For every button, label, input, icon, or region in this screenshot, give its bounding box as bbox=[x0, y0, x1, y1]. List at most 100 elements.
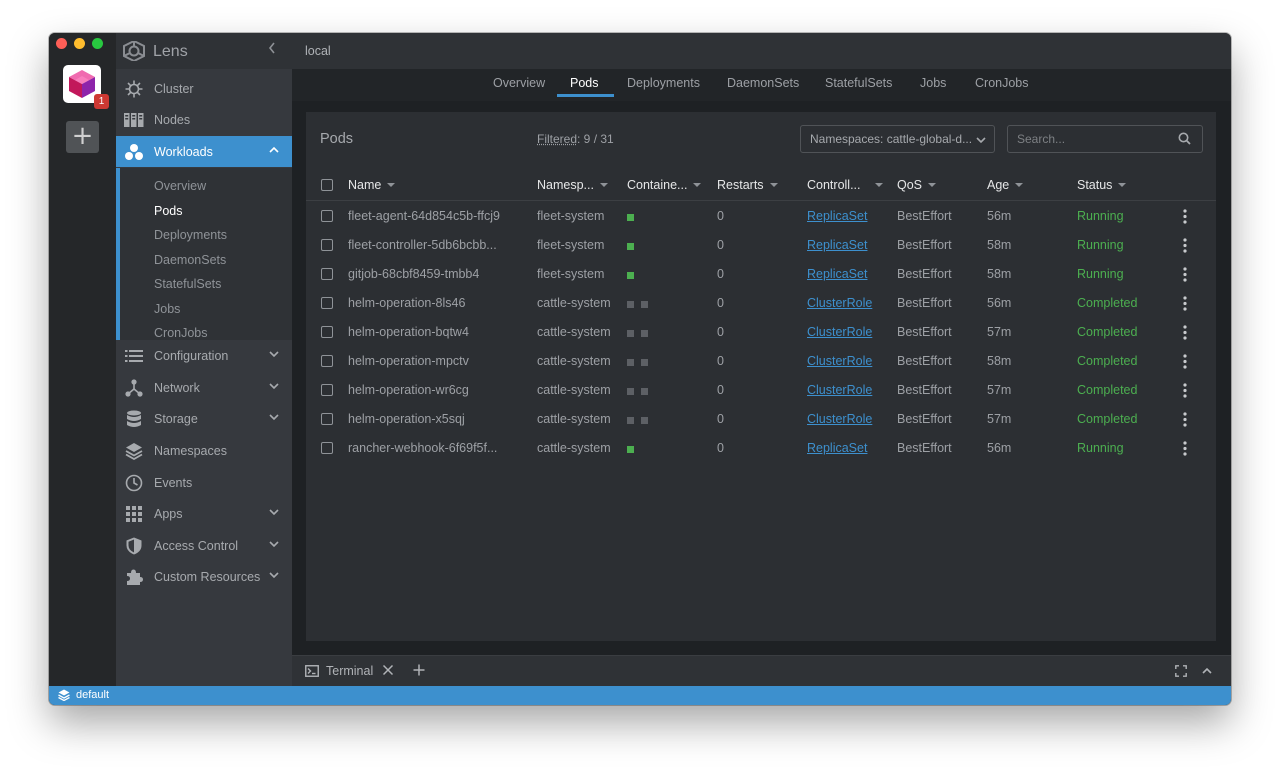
maximize-window-button[interactable] bbox=[92, 38, 103, 49]
lens-window: 1 + Lens Cluster Nodes Workloads Overvie… bbox=[49, 33, 1231, 705]
more-actions-icon[interactable] bbox=[1179, 209, 1191, 224]
sidebar-item-network[interactable]: Network bbox=[116, 372, 292, 403]
tab-jobs[interactable]: Jobs bbox=[920, 76, 946, 90]
pod-restarts: 0 bbox=[717, 383, 724, 397]
row-checkbox[interactable] bbox=[321, 210, 333, 222]
pod-name[interactable]: helm-operation-8ls46 bbox=[348, 296, 465, 310]
close-window-button[interactable] bbox=[56, 38, 67, 49]
pod-controller-link[interactable]: ClusterRole bbox=[807, 325, 872, 339]
more-actions-icon[interactable] bbox=[1179, 383, 1191, 398]
row-checkbox[interactable] bbox=[321, 268, 333, 280]
row-checkbox[interactable] bbox=[321, 355, 333, 367]
sub-item-overview[interactable]: Overview bbox=[154, 179, 206, 193]
table-row[interactable]: helm-operation-bqtw4 cattle-system 0 Cluste… bbox=[306, 318, 1216, 347]
pod-namespace: cattle-system bbox=[537, 354, 611, 368]
row-checkbox[interactable] bbox=[321, 442, 333, 454]
pod-name[interactable]: fleet-controller-5db6bcbb... bbox=[348, 238, 497, 252]
column-qos[interactable]: QoS bbox=[897, 178, 937, 192]
more-actions-icon[interactable] bbox=[1179, 412, 1191, 427]
table-row[interactable]: helm-operation-8ls46 cattle-system 0 Cluste… bbox=[306, 289, 1216, 318]
sub-item-deployments[interactable]: Deployments bbox=[154, 228, 227, 242]
tab-cronjobs[interactable]: CronJobs bbox=[975, 76, 1029, 90]
more-actions-icon[interactable] bbox=[1179, 354, 1191, 369]
sidebar-item-workloads[interactable]: Workloads bbox=[116, 136, 292, 167]
sidebar-item-events[interactable]: Events bbox=[116, 467, 292, 498]
minimize-window-button[interactable] bbox=[74, 38, 85, 49]
sidebar-item-access-control[interactable]: Access Control bbox=[116, 530, 292, 561]
search-input[interactable] bbox=[1007, 125, 1203, 153]
tab-overview[interactable]: Overview bbox=[493, 76, 545, 90]
table-row[interactable]: helm-operation-wr6cg cattle-system 0 Cluste… bbox=[306, 376, 1216, 405]
pod-qos: BestEffort bbox=[897, 209, 952, 223]
container-status-indicator bbox=[641, 301, 648, 308]
sub-item-statefulsets[interactable]: StatefulSets bbox=[154, 277, 221, 291]
pod-age: 58m bbox=[987, 238, 1012, 252]
row-checkbox[interactable] bbox=[321, 326, 333, 338]
pod-name[interactable]: helm-operation-mpctv bbox=[348, 354, 469, 368]
select-all-checkbox[interactable] bbox=[321, 179, 333, 191]
pod-name[interactable]: helm-operation-bqtw4 bbox=[348, 325, 469, 339]
sub-item-daemonsets[interactable]: DaemonSets bbox=[154, 253, 226, 267]
sidebar-item-apps[interactable]: Apps bbox=[116, 498, 292, 529]
table-row[interactable]: rancher-webhook-6f69f5f... cattle-system 0… bbox=[306, 434, 1216, 463]
sub-item-cronjobs[interactable]: CronJobs bbox=[154, 326, 208, 340]
pod-controller-link[interactable]: ClusterRole bbox=[807, 383, 872, 397]
fullscreen-icon[interactable] bbox=[1175, 665, 1187, 677]
column-status[interactable]: Status bbox=[1077, 178, 1127, 192]
pod-name[interactable]: gitjob-68cbf8459-tmbb4 bbox=[348, 267, 479, 281]
table-row[interactable]: helm-operation-x5sqj cattle-system 0 Cluste… bbox=[306, 405, 1216, 434]
tab-deployments[interactable]: Deployments bbox=[627, 76, 700, 90]
table-row[interactable]: helm-operation-mpctv cattle-system 0 Cluste… bbox=[306, 347, 1216, 376]
column-controlled-by[interactable]: Controll... bbox=[807, 178, 883, 192]
column-name[interactable]: Name bbox=[348, 178, 396, 192]
chevron-up-icon[interactable] bbox=[1201, 665, 1213, 677]
column-restarts[interactable]: Restarts bbox=[717, 178, 778, 192]
sidebar-item-namespaces[interactable]: Namespaces bbox=[116, 435, 292, 466]
tab-statefulsets[interactable]: StatefulSets bbox=[825, 76, 892, 90]
pod-controller-link[interactable]: ReplicaSet bbox=[807, 441, 867, 455]
row-checkbox[interactable] bbox=[321, 413, 333, 425]
sub-item-jobs[interactable]: Jobs bbox=[154, 302, 180, 316]
pod-name[interactable]: rancher-webhook-6f69f5f... bbox=[348, 441, 497, 455]
more-actions-icon[interactable] bbox=[1179, 296, 1191, 311]
sidebar-item-cluster[interactable]: Cluster bbox=[116, 73, 292, 104]
sidebar-item-custom-resources[interactable]: Custom Resources bbox=[116, 561, 292, 592]
sidebar-item-storage[interactable]: Storage bbox=[116, 403, 292, 434]
column-containers[interactable]: Containe... bbox=[627, 178, 702, 192]
namespace-select[interactable]: Namespaces: cattle-global-d... bbox=[800, 125, 995, 153]
pod-controller-link[interactable]: ClusterRole bbox=[807, 354, 872, 368]
pod-name[interactable]: fleet-agent-64d854c5b-ffcj9 bbox=[348, 209, 500, 223]
pod-controller-link[interactable]: ClusterRole bbox=[807, 412, 872, 426]
table-row[interactable]: fleet-agent-64d854c5b-ffcj9 fleet-system 0… bbox=[306, 202, 1216, 231]
row-checkbox[interactable] bbox=[321, 384, 333, 396]
sub-item-pods[interactable]: Pods bbox=[154, 204, 183, 218]
pod-name[interactable]: helm-operation-wr6cg bbox=[348, 383, 469, 397]
table-row[interactable]: gitjob-68cbf8459-tmbb4 fleet-system 0 Repli… bbox=[306, 260, 1216, 289]
sidebar-item-configuration[interactable]: Configuration bbox=[116, 340, 292, 371]
row-checkbox[interactable] bbox=[321, 297, 333, 309]
more-actions-icon[interactable] bbox=[1179, 441, 1191, 456]
add-cluster-button[interactable]: + bbox=[66, 121, 99, 153]
terminal-tab-label[interactable]: Terminal bbox=[326, 664, 373, 678]
close-icon[interactable] bbox=[382, 664, 394, 676]
sidebar-item-label: Access Control bbox=[154, 538, 239, 553]
table-row[interactable]: fleet-controller-5db6bcbb... fleet-system… bbox=[306, 231, 1216, 260]
sidebar-item-nodes[interactable]: Nodes bbox=[116, 104, 292, 135]
tab-pods[interactable]: Pods bbox=[570, 76, 599, 90]
pod-name[interactable]: helm-operation-x5sqj bbox=[348, 412, 465, 426]
filtered-count[interactable]: Filtered: 9 / 31 bbox=[537, 132, 614, 146]
plus-icon[interactable] bbox=[413, 664, 425, 676]
active-namespace[interactable]: default bbox=[76, 689, 109, 701]
collapse-sidebar-icon[interactable] bbox=[268, 42, 276, 54]
row-checkbox[interactable] bbox=[321, 239, 333, 251]
column-namespace[interactable]: Namesp... bbox=[537, 178, 608, 192]
pod-controller-link[interactable]: ReplicaSet bbox=[807, 238, 867, 252]
pod-controller-link[interactable]: ReplicaSet bbox=[807, 209, 867, 223]
more-actions-icon[interactable] bbox=[1179, 267, 1191, 282]
column-age[interactable]: Age bbox=[987, 178, 1024, 192]
tab-daemonsets[interactable]: DaemonSets bbox=[727, 76, 799, 90]
more-actions-icon[interactable] bbox=[1179, 238, 1191, 253]
pod-controller-link[interactable]: ReplicaSet bbox=[807, 267, 867, 281]
more-actions-icon[interactable] bbox=[1179, 325, 1191, 340]
pod-controller-link[interactable]: ClusterRole bbox=[807, 296, 872, 310]
